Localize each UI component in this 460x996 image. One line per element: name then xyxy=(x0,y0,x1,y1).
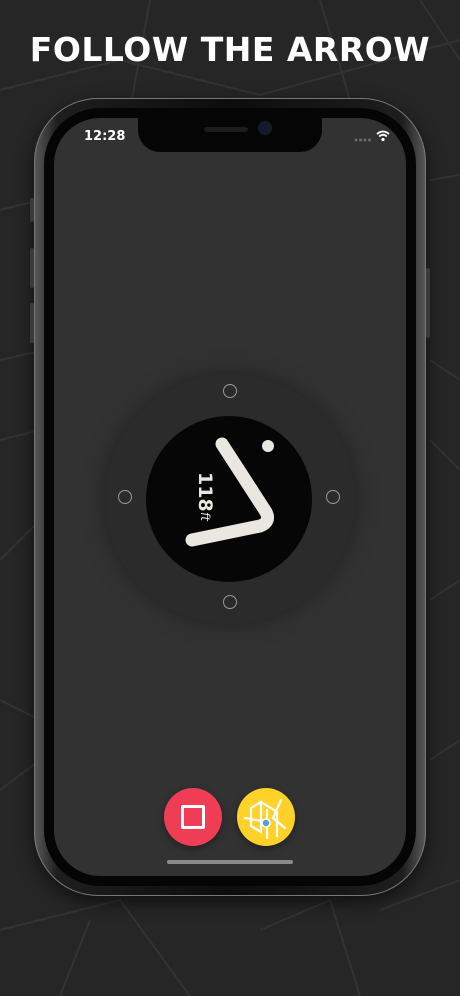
distance-unit: ft xyxy=(198,512,212,521)
headline: FOLLOW THE ARROW xyxy=(29,30,431,69)
compass-marker-west xyxy=(118,490,132,504)
volume-down-button xyxy=(30,303,34,343)
distance-value: 118 xyxy=(194,472,216,512)
map-button[interactable] xyxy=(237,788,295,846)
speaker xyxy=(204,127,248,132)
notch xyxy=(138,118,322,152)
compass-marker-south xyxy=(223,595,237,609)
map-icon xyxy=(243,798,287,840)
compass-marker-east xyxy=(326,490,340,504)
phone-frame: 12:28 118 ft xyxy=(30,98,430,896)
direction-target-dot xyxy=(262,440,274,452)
compass-marker-north xyxy=(223,384,237,398)
app-screen: 12:28 118 ft xyxy=(54,118,406,876)
mute-switch xyxy=(30,198,34,222)
cellular-signal-icon xyxy=(354,138,371,142)
phone-bezel: 12:28 118 ft xyxy=(44,108,416,886)
home-indicator xyxy=(167,860,293,864)
direction-arrow-icon xyxy=(185,437,274,547)
distance-readout: 118 ft xyxy=(184,468,224,528)
volume-up-button xyxy=(30,248,34,288)
stop-icon xyxy=(181,805,205,829)
power-button xyxy=(426,268,430,338)
front-camera xyxy=(260,123,270,133)
status-time: 12:28 xyxy=(84,129,126,144)
stop-button[interactable] xyxy=(164,788,222,846)
wifi-icon xyxy=(376,130,390,142)
